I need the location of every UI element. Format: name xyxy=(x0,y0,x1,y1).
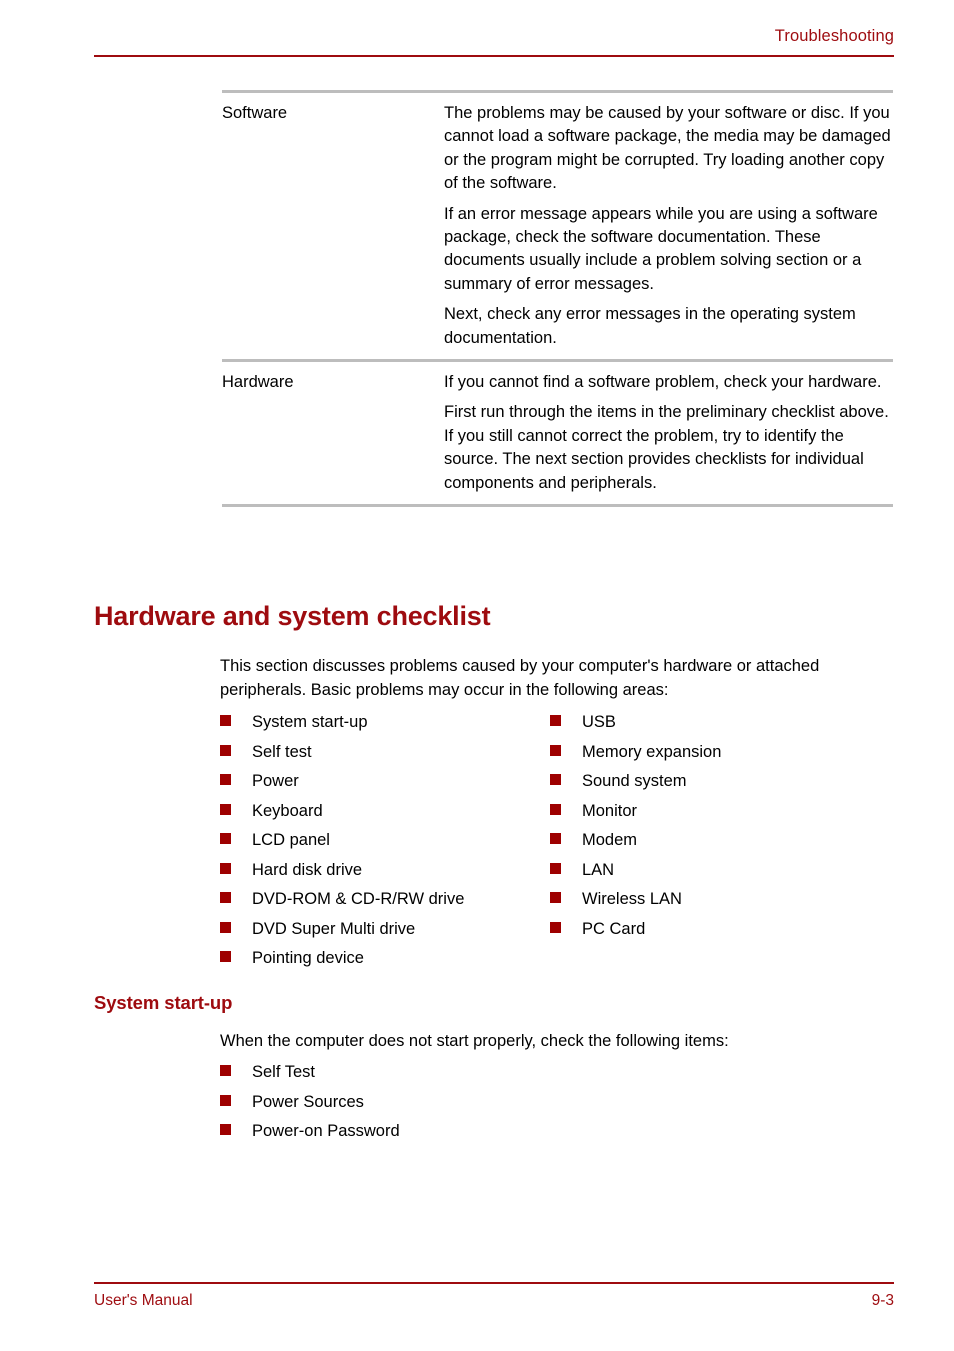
footer-divider xyxy=(94,1282,894,1284)
list-item: PC Card xyxy=(550,915,880,945)
list-item: USB xyxy=(550,708,880,738)
list-item: LAN xyxy=(550,856,880,886)
list-item: Modem xyxy=(550,826,880,856)
list-item: LCD panel xyxy=(220,826,550,856)
list-item: Power Sources xyxy=(220,1088,720,1118)
header-chapter-title: Troubleshooting xyxy=(774,27,894,45)
table-row-label: Hardware xyxy=(222,373,294,392)
table-row-label: Software xyxy=(222,104,288,122)
list-item-label: PC Card xyxy=(582,919,646,938)
list-item: Keyboard xyxy=(220,797,550,827)
list-item-label: DVD Super Multi drive xyxy=(252,919,416,938)
table-row: Hardware If you cannot find a software p… xyxy=(222,362,893,504)
list-item-label: Hard disk drive xyxy=(252,860,363,879)
table-row-paragraph: First run through the items in the preli… xyxy=(444,403,889,492)
section-heading: Hardware and system checklist xyxy=(94,601,491,631)
list-item-label: Power xyxy=(252,772,299,790)
list-item: Power xyxy=(220,767,550,797)
table-bottom-rule xyxy=(222,504,893,508)
list-item: System start-up xyxy=(220,708,550,738)
square-bullet-icon xyxy=(550,715,561,726)
square-bullet-icon xyxy=(550,774,561,785)
list-item-label: LCD panel xyxy=(252,831,330,849)
square-bullet-icon xyxy=(550,921,561,933)
page-footer: User's Manual 9-3 xyxy=(94,1290,894,1312)
list-item-label: Pointing device xyxy=(252,949,364,967)
list-item-label: Memory expansion xyxy=(582,742,722,761)
list-item-label: Power Sources xyxy=(252,1092,364,1111)
footer-page-number: 9-3 xyxy=(871,1292,894,1309)
square-bullet-icon xyxy=(220,951,231,962)
list-item: DVD Super Multi drive xyxy=(220,915,550,945)
table-row-paragraph: If you cannot find a software problem, c… xyxy=(444,373,882,392)
list-item-label: Keyboard xyxy=(252,801,323,820)
list-item: Self Test xyxy=(220,1058,720,1088)
footer-manual-label: User's Manual xyxy=(94,1292,193,1309)
square-bullet-icon xyxy=(220,892,231,903)
square-bullet-icon xyxy=(220,774,231,785)
subsection-heading: System start-up xyxy=(94,992,233,1013)
list-item-label: Self test xyxy=(252,742,312,761)
square-bullet-icon xyxy=(220,803,231,815)
list-item: Memory expansion xyxy=(550,738,880,768)
list-item-label: Power-on Password xyxy=(252,1122,400,1140)
list-item-label: Self Test xyxy=(252,1063,315,1081)
definition-table: Software The problems may be caused by y… xyxy=(222,90,893,508)
list-item-label: Monitor xyxy=(582,801,638,820)
table-row-paragraph: The problems may be caused by your softw… xyxy=(444,104,891,193)
table-row-body: If you cannot find a software problem, c… xyxy=(444,371,893,495)
list-item: Hard disk drive xyxy=(220,856,550,886)
square-bullet-icon xyxy=(550,744,561,756)
list-item-label: Modem xyxy=(582,831,638,849)
page-header: Troubleshooting xyxy=(94,26,894,46)
list-item: Self test xyxy=(220,738,550,768)
square-bullet-icon xyxy=(550,892,561,903)
list-item-label: Sound system xyxy=(582,772,687,790)
square-bullet-icon xyxy=(220,833,231,844)
checklist-column-right: USB Memory expansion Sound system Monito… xyxy=(550,708,880,974)
table-row: Software The problems may be caused by y… xyxy=(222,93,893,359)
document-page: Troubleshooting Software The problems ma… xyxy=(0,0,954,1351)
list-item-label: LAN xyxy=(582,860,615,879)
square-bullet-icon xyxy=(220,1065,231,1076)
square-bullet-icon xyxy=(220,715,231,726)
list-item: Power-on Password xyxy=(220,1117,720,1147)
square-bullet-icon xyxy=(550,862,561,874)
list-item: Pointing device xyxy=(220,944,550,974)
checklist-columns: System start-up Self test Power Keyboard… xyxy=(220,708,896,974)
square-bullet-icon xyxy=(220,1094,231,1106)
table-row-body: The problems may be caused by your softw… xyxy=(444,102,893,350)
checklist-column-left: System start-up Self test Power Keyboard… xyxy=(220,708,550,974)
list-item-label: Wireless LAN xyxy=(582,890,682,908)
list-item: Monitor xyxy=(550,797,880,827)
subsection-checklist: Self Test Power Sources Power-on Passwor… xyxy=(220,1058,720,1147)
section-intro-paragraph: This section discusses problems caused b… xyxy=(220,657,820,699)
square-bullet-icon xyxy=(220,744,231,756)
table-row-paragraph: Next, check any error messages in the op… xyxy=(444,305,856,347)
square-bullet-icon xyxy=(220,1124,231,1135)
square-bullet-icon xyxy=(220,921,231,933)
square-bullet-icon xyxy=(550,803,561,815)
table-row-paragraph: If an error message appears while you ar… xyxy=(444,204,878,293)
list-item: DVD-ROM & CD-R/RW drive xyxy=(220,885,550,915)
list-item-label: DVD-ROM & CD-R/RW drive xyxy=(252,890,465,908)
list-item-label: USB xyxy=(582,713,616,731)
square-bullet-icon xyxy=(220,862,231,874)
subsection-intro-paragraph: When the computer does not start properl… xyxy=(220,1032,729,1050)
list-item-label: System start-up xyxy=(252,713,368,731)
square-bullet-icon xyxy=(550,833,561,844)
list-item: Wireless LAN xyxy=(550,885,880,915)
header-divider xyxy=(94,55,894,57)
list-item: Sound system xyxy=(550,767,880,797)
